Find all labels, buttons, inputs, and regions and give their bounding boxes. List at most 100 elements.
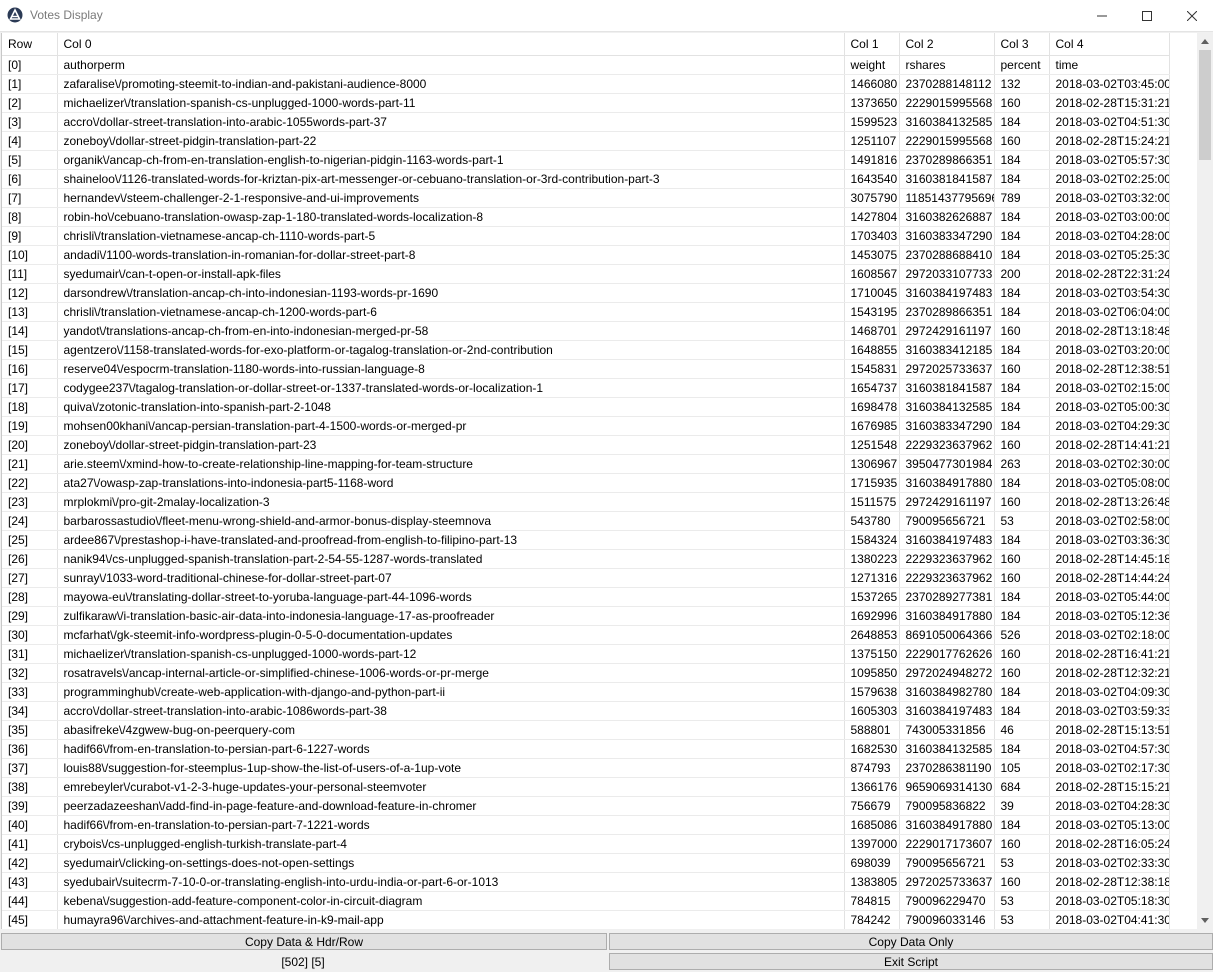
table-cell[interactable]: 160 [994,872,1050,892]
table-cell[interactable]: reserve04\/espocrm-translation-1180-word… [57,359,845,379]
table-cell[interactable]: 184 [994,606,1050,626]
table-cell[interactable]: 756679 [844,796,900,816]
table-cell[interactable]: 2018-03-02T05:13:00 [1049,815,1170,835]
table-cell[interactable]: 2018-02-28T15:24:21 [1049,131,1170,151]
table-cell[interactable]: 1380223 [844,549,900,569]
table-row[interactable]: [39] peerzadazeeshan\/add-find-in-page-fe… [2,796,1170,816]
table-cell[interactable]: 1682530 [844,739,900,759]
table-cell[interactable]: 46 [994,720,1050,740]
table-cell[interactable]: 11851437795696 [899,188,995,208]
table-cell[interactable]: [19] [2,416,58,436]
table-cell[interactable]: crybois\/cs-unplugged-english-turkish-tr… [57,834,845,854]
table-cell[interactable]: 184 [994,169,1050,189]
table-cell[interactable]: 684 [994,777,1050,797]
table-row[interactable]: [13] chrisli\/translation-vietnamese-anca… [2,302,1170,322]
table-cell[interactable]: [0] [2,55,58,75]
table-cell[interactable]: [21] [2,454,58,474]
table-cell[interactable]: zoneboy\/dollar-street-pidgin-translatio… [57,131,845,151]
table-cell[interactable]: 2018-03-02T02:25:00 [1049,169,1170,189]
table-cell[interactable]: 2018-03-02T03:32:00 [1049,188,1170,208]
table-cell[interactable]: chrisli\/translation-vietnamese-ancap-ch… [57,302,845,322]
table-cell[interactable]: [35] [2,720,58,740]
table-cell[interactable]: 1373650 [844,93,900,113]
table-cell[interactable]: [34] [2,701,58,721]
table-cell[interactable]: 2018-03-02T02:15:00 [1049,378,1170,398]
votes-table-view[interactable]: Row Col 0 Col 1 Col 2 Col 3 Col 4 [0] authorpe… [1,33,1198,929]
table-cell[interactable]: 2018-03-02T04:29:30 [1049,416,1170,436]
column-header[interactable]: Col 4 [1049,33,1170,56]
table-cell[interactable]: [2] [2,93,58,113]
table-cell[interactable]: [16] [2,359,58,379]
table-cell[interactable]: [42] [2,853,58,873]
table-cell[interactable]: 184 [994,815,1050,835]
table-cell[interactable]: 53 [994,853,1050,873]
table-cell[interactable]: 2229017762626 [899,644,995,664]
table-cell[interactable]: 790095656721 [899,511,995,531]
scroll-down-arrow[interactable] [1197,912,1213,929]
table-cell[interactable]: hernandev\/steem-challenger-2-1-responsi… [57,188,845,208]
table-cell[interactable]: 1491816 [844,150,900,170]
table-row[interactable]: [30] mcfarhat\/gk-steemit-info-wordpress-… [2,625,1170,645]
column-header[interactable]: Col 1 [844,33,900,56]
table-cell[interactable]: 3950477301984 [899,454,995,474]
table-cell[interactable]: 2972429161197 [899,492,995,512]
table-cell[interactable]: [18] [2,397,58,417]
table-cell[interactable]: ata27\/owasp-zap-translations-into-indon… [57,473,845,493]
table-cell[interactable]: 1366176 [844,777,900,797]
table-cell[interactable]: [23] [2,492,58,512]
table-row[interactable]: [14] yandot\/translations-ancap-ch-from-e… [2,321,1170,341]
table-cell[interactable]: 1251107 [844,131,900,151]
table-row[interactable]: [35] abasifreke\/4zgwew-bug-on-peerquery-… [2,720,1170,740]
table-cell[interactable]: [14] [2,321,58,341]
table-cell[interactable]: 2018-03-02T04:09:30 [1049,682,1170,702]
table-cell[interactable]: 184 [994,397,1050,417]
table-cell[interactable]: 3160384917880 [899,606,995,626]
table-cell[interactable]: [29] [2,606,58,626]
table-cell[interactable]: 1715935 [844,473,900,493]
table-cell[interactable]: 2018-02-28T14:41:21 [1049,435,1170,455]
table-cell[interactable]: 2370289277381 [899,587,995,607]
table-cell[interactable]: emrebeyler\/curabot-v1-2-3-huge-updates-… [57,777,845,797]
table-cell[interactable]: zulfikaraw\/i-translation-basic-air-data… [57,606,845,626]
table-cell[interactable]: louis88\/suggestion-for-steemplus-1up-sh… [57,758,845,778]
table-row[interactable]: [18] quiva\/zotonic-translation-into-span… [2,397,1170,417]
table-cell[interactable]: 160 [994,435,1050,455]
table-cell[interactable]: 3160384917880 [899,473,995,493]
table-cell[interactable]: 160 [994,359,1050,379]
table-cell[interactable]: 1648855 [844,340,900,360]
table-row[interactable]: [44] kebena\/suggestion-add-feature-compo… [2,891,1170,911]
table-cell[interactable]: 2370288148112 [899,74,995,94]
table-cell[interactable]: 3160384132585 [899,739,995,759]
table-cell[interactable]: mrplokmi\/pro-git-2malay-localization-3 [57,492,845,512]
table-cell[interactable]: 1710045 [844,283,900,303]
table-row[interactable]: [41] crybois\/cs-unplugged-english-turkis… [2,834,1170,854]
table-cell[interactable]: 184 [994,226,1050,246]
table-row[interactable]: [15] agentzero\/1158-translated-words-for… [2,340,1170,360]
table-cell[interactable]: arie.steem\/xmind-how-to-create-relation… [57,454,845,474]
table-cell[interactable]: 160 [994,93,1050,113]
table-cell[interactable]: chrisli\/translation-vietnamese-ancap-ch… [57,226,845,246]
table-cell[interactable]: 790095836822 [899,796,995,816]
table-cell[interactable]: 3160383347290 [899,416,995,436]
table-cell[interactable]: 184 [994,302,1050,322]
table-cell[interactable]: 2972033107733 [899,264,995,284]
table-cell[interactable]: authorperm [57,55,845,75]
table-cell[interactable]: 184 [994,378,1050,398]
table-cell[interactable]: 9659069314130 [899,777,995,797]
table-row[interactable]: [26] nanik94\/cs-unplugged-spanish-transl… [2,549,1170,569]
table-cell[interactable]: agentzero\/1158-translated-words-for-exo… [57,340,845,360]
table-cell[interactable]: 160 [994,131,1050,151]
table-cell[interactable]: 184 [994,283,1050,303]
table-cell[interactable]: 2018-02-28T15:31:21 [1049,93,1170,113]
table-cell[interactable]: 184 [994,207,1050,227]
table-cell[interactable]: codygee237\/tagalog-translation-or-dolla… [57,378,845,398]
table-row[interactable]: [11] syedumair\/can-t-open-or-install-apk… [2,264,1170,284]
table-row[interactable]: [10] andadi\/1100-words-translation-in-ro… [2,245,1170,265]
table-cell[interactable]: 1511575 [844,492,900,512]
table-row[interactable]: [23] mrplokmi\/pro-git-2malay-localizatio… [2,492,1170,512]
table-cell[interactable]: 1545831 [844,359,900,379]
table-row[interactable]: [45] humayra96\/archives-and-attachment-f… [2,910,1170,929]
table-row[interactable]: [33] programminghub\/create-web-applicati… [2,682,1170,702]
table-cell[interactable]: 2018-02-28T22:31:24 [1049,264,1170,284]
table-cell[interactable]: nanik94\/cs-unplugged-spanish-translatio… [57,549,845,569]
